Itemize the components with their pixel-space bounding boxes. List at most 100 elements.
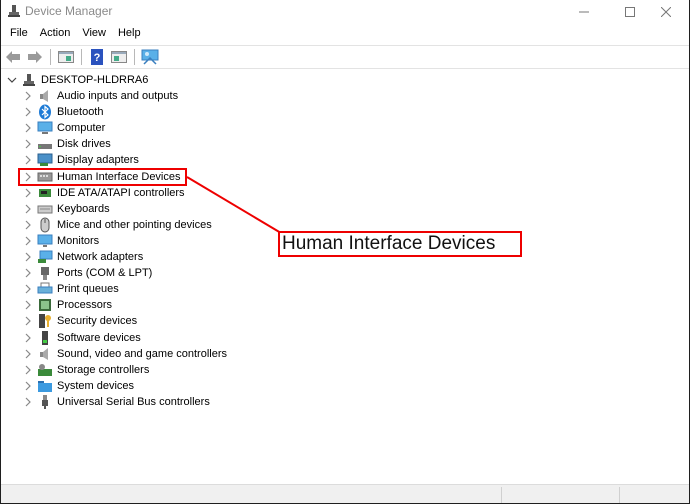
chevron-down-icon[interactable] <box>5 72 19 88</box>
chevron-right-icon[interactable] <box>21 249 35 265</box>
tree-item[interactable]: Print queues <box>21 281 119 297</box>
minimize-button[interactable] <box>561 0 607 23</box>
usb-icon <box>37 394 53 410</box>
tree-item[interactable]: Storage controllers <box>21 362 149 378</box>
chevron-right-icon[interactable] <box>21 346 35 362</box>
system-folder-icon <box>37 378 53 394</box>
tree-item-label: Universal Serial Bus controllers <box>57 395 210 408</box>
toolbar: ? <box>1 45 689 69</box>
tree-item-label: IDE ATA/ATAPI controllers <box>57 186 185 199</box>
chevron-right-icon[interactable] <box>21 297 35 313</box>
device-manager-window: Device Manager File Action View Help ? D… <box>0 0 690 504</box>
tree-item-label: Monitors <box>57 234 100 247</box>
computer-tower-icon <box>21 72 37 88</box>
svg-text:?: ? <box>94 52 101 64</box>
tree-item[interactable]: Display adapters <box>21 152 139 168</box>
show-action-pane-icon <box>111 51 127 63</box>
tree-item[interactable]: Network adapters <box>21 249 143 265</box>
tree-item-label: Processors <box>57 299 113 312</box>
forward-icon <box>28 51 42 63</box>
status-bar <box>1 484 689 503</box>
chevron-right-icon[interactable] <box>21 313 35 329</box>
tree-item-label: Disk drives <box>57 138 111 151</box>
tree-item-label: Network adapters <box>57 251 144 263</box>
tree-item[interactable]: Audio inputs and outputs <box>21 88 178 104</box>
callout-label: Human Interface Devices <box>278 231 522 257</box>
tree-item[interactable]: Universal Serial Bus controllers <box>21 394 210 410</box>
tree-item-label: Ports (COM & LPT) <box>57 267 153 280</box>
tree-item[interactable]: Monitors <box>21 233 99 249</box>
chevron-right-icon[interactable] <box>21 88 35 104</box>
network-adapter-icon <box>37 249 53 265</box>
scan-hardware-icon <box>141 49 159 65</box>
menu-help[interactable]: Help <box>113 24 146 44</box>
status-separator <box>501 487 502 503</box>
show-hide-console-tree-button[interactable] <box>57 48 75 66</box>
computer-icon <box>37 120 53 136</box>
back-icon <box>6 51 20 63</box>
show-action-pane-button[interactable] <box>110 48 128 66</box>
speaker-icon <box>37 346 53 362</box>
toolbar-separator <box>50 49 51 65</box>
close-button[interactable] <box>643 0 689 23</box>
tree-item-label: Display adapters <box>57 154 139 167</box>
chevron-right-icon[interactable] <box>21 136 35 152</box>
keyboard-icon <box>37 201 53 217</box>
tree-item[interactable]: Processors <box>21 297 112 313</box>
forward-button[interactable] <box>26 48 44 66</box>
chevron-right-icon[interactable] <box>21 120 35 136</box>
scan-hardware-button[interactable] <box>141 48 159 66</box>
tree-item[interactable]: IDE ATA/ATAPI controllers <box>21 185 185 201</box>
chevron-right-icon[interactable] <box>21 233 35 249</box>
tree-item-label: Sound, video and game controllers <box>57 347 227 360</box>
chevron-right-icon[interactable] <box>21 152 35 168</box>
monitor-icon <box>37 233 53 249</box>
tree-item-label: Mice and other pointing devices <box>57 218 212 231</box>
storage-controller-icon <box>37 362 53 378</box>
mouse-icon <box>37 217 53 233</box>
port-icon <box>37 265 53 281</box>
tree-item-label: System devices <box>57 379 135 392</box>
tree-item[interactable]: Sound, video and game controllers <box>21 346 227 362</box>
tree-item[interactable]: Keyboards <box>21 201 110 217</box>
bluetooth-icon <box>37 104 53 120</box>
back-button[interactable] <box>4 48 22 66</box>
tree-root[interactable]: DESKTOP-HLDRRA6 <box>5 72 148 88</box>
tree-item[interactable]: Ports (COM & LPT) <box>21 265 152 281</box>
help-button[interactable]: ? <box>88 48 106 66</box>
tree-item[interactable]: Software devices <box>21 330 141 346</box>
chevron-right-icon[interactable] <box>21 217 35 233</box>
tree-item-label: Storage controllers <box>57 363 150 376</box>
toolbar-separator <box>134 49 135 65</box>
menu-view[interactable]: View <box>77 24 111 44</box>
chevron-right-icon[interactable] <box>21 104 35 120</box>
tree-item-label: Audio inputs and outputs <box>57 90 179 102</box>
chevron-right-icon[interactable] <box>21 330 35 346</box>
chevron-right-icon[interactable] <box>21 265 35 281</box>
device-manager-app-icon <box>8 5 20 17</box>
display-adapter-icon <box>37 152 53 168</box>
chevron-right-icon[interactable] <box>21 201 35 217</box>
chevron-right-icon[interactable] <box>21 394 35 410</box>
help-icon: ? <box>91 49 103 65</box>
tree-item[interactable]: Mice and other pointing devices <box>21 217 212 233</box>
tree-item[interactable]: Security devices <box>21 313 137 329</box>
speaker-icon <box>37 88 53 104</box>
ide-controller-icon <box>37 185 53 201</box>
tree-item[interactable]: Disk drives <box>21 136 111 152</box>
chevron-right-icon[interactable] <box>21 281 35 297</box>
window-title: Device Manager <box>25 4 113 18</box>
tree-item[interactable]: Computer <box>21 120 105 136</box>
title-bar: Device Manager <box>1 0 689 23</box>
tree-item[interactable]: Bluetooth <box>21 104 103 120</box>
chevron-right-icon[interactable] <box>21 378 35 394</box>
processor-icon <box>37 297 53 313</box>
chevron-right-icon[interactable] <box>21 185 35 201</box>
menu-bar: File Action View Help <box>1 24 689 44</box>
menu-action[interactable]: Action <box>35 24 76 44</box>
chevron-right-icon[interactable] <box>21 362 35 378</box>
menu-file[interactable]: File <box>5 24 33 44</box>
disk-drive-icon <box>37 136 53 152</box>
tree-item-label: Security devices <box>57 315 138 328</box>
tree-item[interactable]: System devices <box>21 378 134 394</box>
